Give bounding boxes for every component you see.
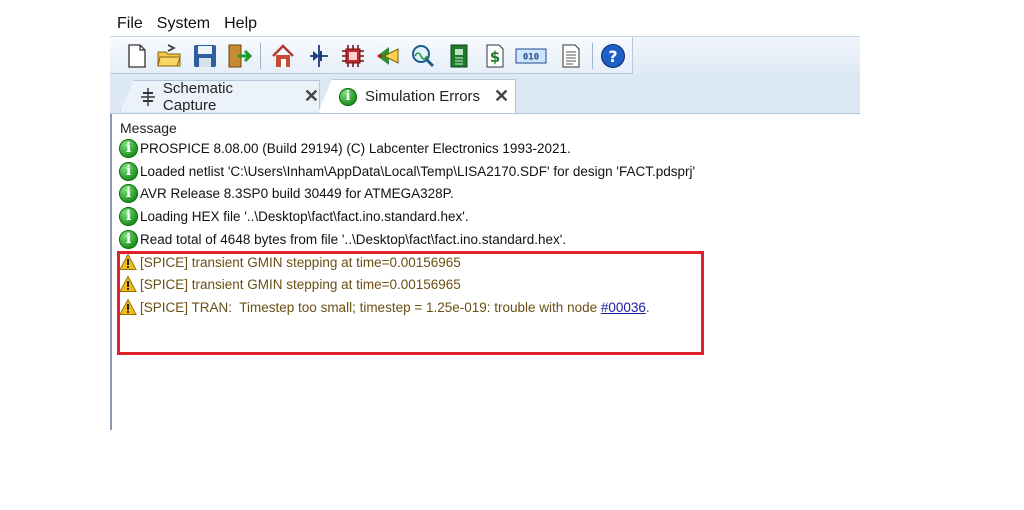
toolbar: $ 010 ?: [110, 36, 860, 75]
message-row[interactable]: i Read total of 4648 bytes from file '..…: [119, 228, 566, 250]
tab-bar: Schematic Capture ✕ i Simulation Errors …: [110, 74, 860, 114]
highlight-box: [117, 251, 704, 355]
message-text: Read total of 4648 bytes from file '..\D…: [140, 231, 567, 247]
info-icon: i: [119, 183, 138, 203]
binary-icon[interactable]: 010: [514, 43, 548, 69]
menu-bar: File System Help: [110, 12, 264, 36]
component-icon[interactable]: [306, 43, 332, 69]
chip-icon[interactable]: [340, 43, 366, 69]
tab-schematic-capture[interactable]: Schematic Capture ✕: [120, 80, 320, 112]
zoom-icon[interactable]: [410, 43, 436, 69]
svg-text:010: 010: [523, 53, 539, 63]
tab-simulation-errors[interactable]: i Simulation Errors ✕: [318, 79, 516, 113]
toolbar-separator: [592, 43, 593, 69]
info-icon: i: [119, 229, 138, 249]
menu-system[interactable]: System: [150, 12, 217, 36]
open-folder-icon[interactable]: [156, 43, 182, 69]
message-row[interactable]: i PROSPICE 8.08.00 (Build 29194) (C) Lab…: [119, 137, 571, 159]
info-icon: i: [119, 138, 138, 158]
message-text: AVR Release 8.3SP0 build 30449 for ATMEG…: [140, 185, 454, 201]
toolbar-strip: $ 010 ?: [110, 37, 633, 74]
message-row[interactable]: i Loading HEX file '..\Desktop\fact\fact…: [119, 205, 469, 227]
message-text: PROSPICE 8.08.00 (Build 29194) (C) Labce…: [140, 140, 571, 156]
info-icon: i: [339, 87, 357, 106]
menu-help[interactable]: Help: [217, 12, 264, 36]
menu-file[interactable]: File: [110, 12, 150, 36]
message-text: Loaded netlist 'C:\Users\Inham\AppData\L…: [140, 163, 696, 179]
tab-close-button[interactable]: ✕: [304, 86, 319, 107]
tab-label: Schematic Capture: [162, 79, 233, 114]
toolbar-separator: [260, 43, 261, 69]
message-row[interactable]: i AVR Release 8.3SP0 build 30449 for ATM…: [119, 182, 454, 204]
save-icon[interactable]: [192, 43, 218, 69]
info-icon: i: [119, 161, 138, 181]
bill-of-materials-icon[interactable]: $: [482, 43, 508, 69]
new-file-icon[interactable]: [124, 43, 150, 69]
message-row[interactable]: i Loaded netlist 'C:\Users\Inham\AppData…: [119, 160, 695, 182]
probe-icon[interactable]: [374, 43, 400, 69]
svg-text:?: ?: [608, 47, 617, 66]
schematic-icon: [140, 87, 155, 106]
svg-text:$: $: [490, 48, 500, 66]
pcb-icon[interactable]: [446, 43, 472, 69]
exit-icon[interactable]: [226, 43, 252, 69]
tab-label: Simulation Errors: [365, 88, 481, 105]
message-text: Loading HEX file '..\Desktop\fact\fact.i…: [140, 208, 469, 224]
tab-close-button[interactable]: ✕: [494, 86, 509, 107]
info-icon: i: [119, 206, 138, 226]
message-column-header: Message: [120, 120, 177, 136]
help-icon[interactable]: ?: [600, 43, 626, 69]
home-icon[interactable]: [270, 43, 296, 69]
report-icon[interactable]: [558, 43, 584, 69]
